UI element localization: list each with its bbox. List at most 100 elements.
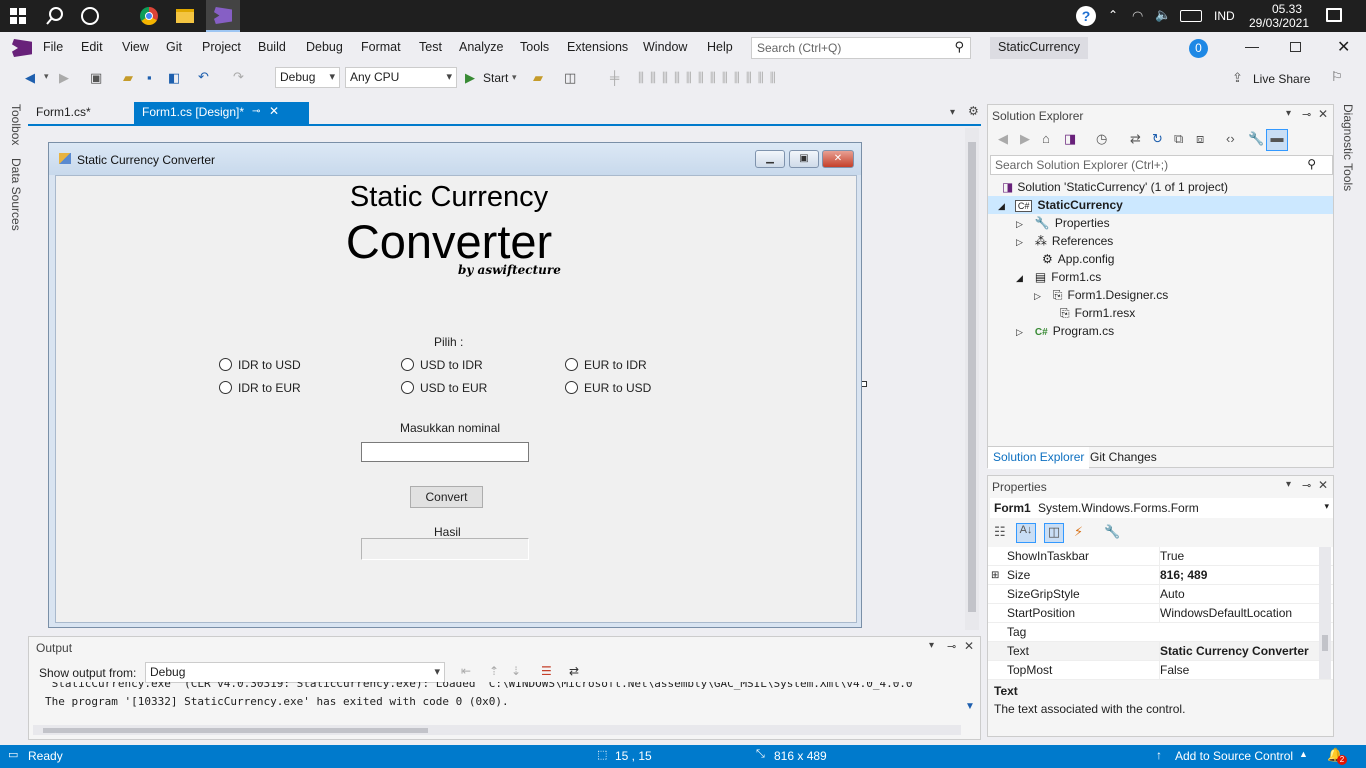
tree-item-form1-designer[interactable]: ▷ ⎘ Form1.Designer.cs (1034, 286, 1168, 304)
chevron-up-icon[interactable]: ▲ (1299, 749, 1308, 759)
refresh-icon[interactable]: ↻ (1152, 131, 1163, 147)
menu-debug[interactable]: Debug (306, 40, 343, 54)
new-project-icon[interactable]: ▣ (90, 70, 102, 86)
menu-test[interactable]: Test (419, 40, 442, 54)
close-icon[interactable]: ✕ (1337, 37, 1350, 57)
menu-edit[interactable]: Edit (81, 40, 103, 54)
menu-format[interactable]: Format (361, 40, 401, 54)
help-icon[interactable]: ? (1076, 6, 1096, 26)
alphabetical-icon[interactable]: A↓ (1016, 523, 1036, 543)
property-value[interactable]: 816; 489 (1159, 566, 1207, 585)
properties-view-icon[interactable]: ◫ (1044, 523, 1064, 543)
tree-item-form1[interactable]: ◢ ▤ Form1.cs (1016, 268, 1101, 286)
designer-vertical-scrollbar[interactable] (965, 128, 979, 630)
tab-solution-explorer[interactable]: Solution Explorer (988, 447, 1090, 469)
output-v-scroll-icon[interactable]: ▼ (965, 701, 975, 712)
property-row[interactable]: ShowInTaskbar True (988, 547, 1333, 566)
search-box[interactable]: Search (Ctrl+Q) ⚲ (751, 37, 971, 59)
tab-overflow-icon[interactable]: ▾ (950, 107, 955, 118)
view-code-icon[interactable]: ‹› (1226, 131, 1235, 146)
expand-arrow-icon[interactable]: ▷ (1016, 237, 1023, 247)
events-icon[interactable]: ⚡ (1074, 524, 1083, 540)
menu-tools[interactable]: Tools (520, 40, 549, 54)
radio-usd-eur[interactable]: USD to EUR (401, 381, 487, 395)
undo-icon[interactable]: ↶ (198, 69, 209, 85)
back-icon[interactable]: ◀ (998, 131, 1008, 147)
platform-dropdown[interactable]: Any CPU (345, 67, 457, 88)
diagnostic-tools-tab[interactable]: Diagnostic Tools (1341, 104, 1355, 191)
open-folder-icon[interactable]: ▰ (123, 70, 133, 86)
radio-eur-idr[interactable]: EUR to IDR (565, 358, 647, 372)
menu-view[interactable]: View (122, 40, 149, 54)
language-indicator[interactable]: IND (1214, 9, 1235, 23)
cortana-icon[interactable] (81, 7, 99, 25)
start-button[interactable]: Start (483, 71, 508, 85)
form-close-button[interactable]: ✕ (822, 150, 854, 168)
properties-wrench-icon[interactable]: 🔧 (1248, 131, 1264, 147)
clock-date[interactable]: 29/03/2021 (1246, 16, 1312, 30)
start-dropdown-icon[interactable]: ▾ (512, 72, 517, 83)
expand-arrow-icon[interactable]: ▷ (1034, 291, 1041, 301)
tree-item-solution[interactable]: ◨ Solution 'StaticCurrency' (1 of 1 proje… (1002, 178, 1228, 196)
dropdown-icon[interactable]: ▾ (44, 71, 49, 82)
close-icon[interactable]: ✕ (964, 639, 974, 653)
output-source-dropdown[interactable]: Debug (145, 662, 445, 683)
menu-build[interactable]: Build (258, 40, 286, 54)
preview-selected-icon[interactable]: ▬ (1266, 129, 1288, 151)
property-row[interactable]: Tag (988, 623, 1333, 642)
tree-item-app-config[interactable]: ⚙ App.config (1042, 250, 1114, 268)
tree-item-project[interactable]: ◢ C# StaticCurrency (988, 196, 1333, 214)
add-to-source-control-button[interactable]: Add to Source Control (1175, 749, 1293, 763)
amount-input[interactable] (361, 442, 529, 462)
form-maximize-button[interactable]: ▣ (789, 150, 819, 168)
visual-studio-taskbar-icon[interactable] (206, 0, 240, 32)
close-icon[interactable]: ✕ (1318, 478, 1328, 492)
property-pages-icon[interactable]: 🔧 (1104, 524, 1120, 540)
windows-start-icon[interactable] (10, 8, 26, 24)
expand-arrow-icon[interactable]: ◢ (998, 201, 1005, 211)
start-icon[interactable]: ▶ (465, 70, 475, 86)
categorized-icon[interactable]: ☷ (994, 524, 1006, 540)
output-h-scrollbar[interactable] (33, 725, 961, 735)
collapse-arrow-icon[interactable]: ◢ (1016, 273, 1023, 283)
property-value[interactable]: Auto (1159, 585, 1185, 604)
find-in-files-icon[interactable]: ▰ (533, 70, 543, 86)
property-row[interactable]: Text Static Currency Converter (988, 642, 1333, 661)
switch-views-icon[interactable]: ◨ (1064, 131, 1076, 147)
radio-idr-eur[interactable]: IDR to EUR (219, 381, 301, 395)
pin-icon[interactable]: ⊸ (947, 640, 956, 653)
close-tab-icon[interactable]: ✕ (269, 104, 279, 118)
tree-item-program[interactable]: ▷ C# Program.cs (1016, 322, 1114, 340)
minimize-icon[interactable]: — (1245, 38, 1259, 54)
property-row[interactable]: SizeGripStyle Auto (988, 585, 1333, 604)
panel-dropdown-icon[interactable]: ▾ (1286, 479, 1291, 490)
pin-icon[interactable]: ⊸ (1302, 108, 1311, 121)
restore-icon[interactable] (1290, 42, 1301, 52)
configuration-dropdown[interactable]: Debug (275, 67, 340, 88)
browser-link-icon[interactable]: ◫ (564, 70, 576, 86)
save-icon[interactable]: ▪ (147, 70, 152, 85)
property-value[interactable]: True (1159, 547, 1184, 566)
feedback-icon[interactable]: ⚐ (1331, 69, 1343, 85)
convert-button[interactable]: Convert (410, 486, 483, 508)
wifi-icon[interactable]: ◠ (1132, 8, 1143, 24)
menu-help[interactable]: Help (707, 40, 733, 54)
radio-idr-usd[interactable]: IDR to USD (219, 358, 301, 372)
properties-scrollbar[interactable] (1319, 547, 1331, 679)
expand-plus-icon[interactable]: ⊞ (991, 566, 999, 585)
tree-item-references[interactable]: ▷ ⁂ References (1016, 232, 1113, 250)
radio-eur-usd[interactable]: EUR to USD (565, 381, 651, 395)
property-row[interactable]: StartPosition WindowsDefaultLocation (988, 604, 1333, 623)
redo-icon[interactable]: ↷ (233, 69, 244, 85)
show-all-files-icon[interactable]: ⧈ (1196, 131, 1204, 147)
search-icon[interactable] (45, 6, 65, 26)
back-icon[interactable]: ◀ (25, 70, 35, 86)
pin-icon[interactable]: ⊸ (1302, 479, 1311, 492)
panel-dropdown-icon[interactable]: ▾ (929, 640, 934, 651)
align-lefts-icon[interactable]: ╪ (610, 70, 619, 85)
toggle-word-wrap-icon[interactable]: ⇄ (569, 664, 579, 678)
file-explorer-icon[interactable] (176, 9, 194, 23)
scrollbar-thumb[interactable] (43, 728, 428, 733)
property-row[interactable]: TopMost False (988, 661, 1333, 680)
home-icon[interactable]: ⌂ (1042, 131, 1050, 146)
